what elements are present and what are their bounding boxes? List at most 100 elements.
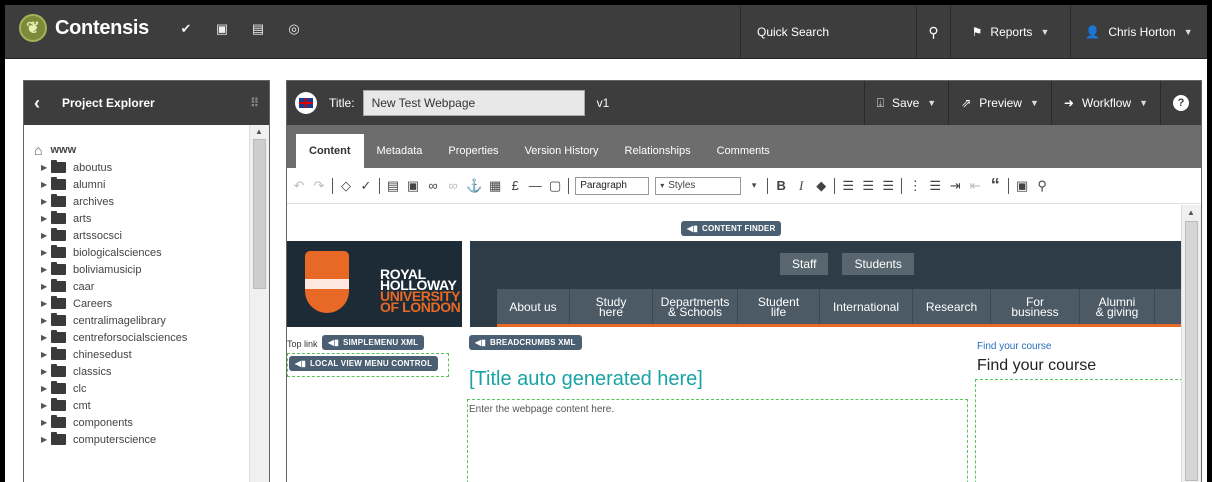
workflow-button[interactable]: ➜ Workflow ▼ xyxy=(1050,81,1160,125)
horizontal-rule-icon[interactable]: — xyxy=(528,177,542,195)
expand-arrow-icon[interactable]: ▶ xyxy=(41,316,51,325)
tree-item[interactable]: ▶ chinesedust xyxy=(24,346,250,363)
tree-item[interactable]: ▶ cmt xyxy=(24,397,250,414)
quick-search-field[interactable]: Quick Search xyxy=(740,5,916,59)
anchor-icon[interactable]: ⚓ xyxy=(466,177,482,195)
table-icon[interactable]: ▦ xyxy=(488,177,502,195)
template-icon[interactable]: ▣ xyxy=(1015,177,1029,195)
help-button[interactable]: ? xyxy=(1160,81,1201,125)
sidebar-scrollbar[interactable]: ▲ xyxy=(249,125,269,482)
expand-arrow-icon[interactable]: ▶ xyxy=(41,282,51,291)
scroll-up-arrow-icon[interactable]: ▲ xyxy=(255,127,263,136)
simplemenu-chip[interactable]: ◀▮ SIMPLEMENU XML xyxy=(322,335,425,350)
paste-word-icon[interactable]: ▢ xyxy=(548,177,562,195)
align-center-icon[interactable]: ☰ xyxy=(861,177,875,195)
staff-link[interactable]: Staff xyxy=(780,253,829,275)
sidebar-scroll-thumb[interactable] xyxy=(253,139,266,289)
tree-item[interactable]: ▶ centreforsocialsciences xyxy=(24,329,250,346)
blockquote-icon[interactable]: “ xyxy=(988,175,1002,195)
save-button[interactable]: ⍗ Save ▼ xyxy=(863,81,948,125)
nav-item-alumni[interactable]: Alumni & giving xyxy=(1080,289,1155,324)
tree-item[interactable]: ▶ centralimagelibrary xyxy=(24,312,250,329)
content-finder-chip[interactable]: ◀▮ CONTENT FINDER xyxy=(681,221,782,236)
tree-item[interactable]: ▶ classics xyxy=(24,363,250,380)
tree-item[interactable]: ▶ caar xyxy=(24,278,250,295)
expand-arrow-icon[interactable]: ▶ xyxy=(41,435,51,444)
back-arrow-icon[interactable]: ‹ xyxy=(34,93,40,114)
layers-icon[interactable]: ◎ xyxy=(286,21,302,37)
drag-handle-icon[interactable]: ⠿ xyxy=(250,96,259,110)
nav-item-international[interactable]: International xyxy=(820,289,913,324)
layout-icon[interactable]: ▤ xyxy=(250,21,266,37)
align-left-icon[interactable]: ☰ xyxy=(841,177,855,195)
tab-content[interactable]: Content xyxy=(296,134,364,168)
tab-version-history[interactable]: Version History xyxy=(512,134,612,168)
tab-metadata[interactable]: Metadata xyxy=(364,134,436,168)
undo-icon[interactable]: ↶ xyxy=(292,177,306,195)
paste-icon[interactable]: ▤ xyxy=(386,177,400,195)
title-input[interactable] xyxy=(362,90,585,116)
tree-item[interactable]: ▶ aboutus xyxy=(24,159,250,176)
insert-image-icon[interactable]: ▣ xyxy=(406,177,420,195)
tree-item[interactable]: ▶ clc xyxy=(24,380,250,397)
language-flag-icon[interactable] xyxy=(295,92,317,114)
expand-arrow-icon[interactable]: ▶ xyxy=(41,214,51,223)
app-logo[interactable]: ❦ Contensis xyxy=(19,14,149,42)
expand-arrow-icon[interactable]: ▶ xyxy=(41,197,51,206)
find-course-link[interactable]: Find your course xyxy=(977,341,1051,352)
expand-arrow-icon[interactable]: ▶ xyxy=(41,248,51,257)
align-right-icon[interactable]: ☰ xyxy=(881,177,895,195)
tree-item[interactable]: ▶ boliviamusicip xyxy=(24,261,250,278)
find-icon[interactable]: ⚲ xyxy=(1035,177,1049,195)
tree-item[interactable]: ▶ Careers xyxy=(24,295,250,312)
tree-item[interactable]: ▶ biologicalsciences xyxy=(24,244,250,261)
nav-item-for-business[interactable]: For business xyxy=(991,289,1080,324)
nav-item-study-here[interactable]: Study here xyxy=(570,289,653,324)
spellcheck-icon[interactable]: ✓ xyxy=(359,177,373,195)
expand-arrow-icon[interactable]: ▶ xyxy=(41,367,51,376)
nav-item-departments[interactable]: Departments & Schools xyxy=(653,289,738,324)
numbered-list-icon[interactable]: ⋮ xyxy=(908,177,922,195)
content-placeholder[interactable]: Enter the webpage content here. xyxy=(469,404,614,415)
tree-item[interactable]: ▶ alumni xyxy=(24,176,250,193)
expand-arrow-icon[interactable]: ▶ xyxy=(41,163,51,172)
redo-icon[interactable]: ↷ xyxy=(312,177,326,195)
content-canvas[interactable]: ◀▮ CONTENT FINDER ROYAL HOLLOWAY UNIVERS… xyxy=(287,205,1183,482)
tree-item[interactable]: ▶ components xyxy=(24,414,250,431)
tree-root-www[interactable]: ⌂ www xyxy=(24,141,250,159)
user-menu[interactable]: 👤 Chris Horton ▼ xyxy=(1070,5,1207,59)
tab-comments[interactable]: Comments xyxy=(704,134,783,168)
expand-arrow-icon[interactable]: ▶ xyxy=(41,333,51,342)
expand-arrow-icon[interactable]: ▶ xyxy=(41,299,51,308)
canvas-scroll-thumb[interactable] xyxy=(1185,221,1198,481)
breadcrumbs-chip[interactable]: ◀▮ BREADCRUMBS XML xyxy=(469,335,582,350)
preview-button[interactable]: ⇗ Preview ▼ xyxy=(948,81,1051,125)
tab-properties[interactable]: Properties xyxy=(435,134,511,168)
scroll-up-arrow-icon[interactable]: ▲ xyxy=(1187,208,1195,217)
tab-relationships[interactable]: Relationships xyxy=(612,134,704,168)
styles-dropdown-arrow-icon[interactable]: ▾ xyxy=(747,177,761,195)
canvas-scrollbar[interactable]: ▲ xyxy=(1181,205,1201,482)
indent-icon[interactable]: ⇥ xyxy=(948,177,962,195)
expand-arrow-icon[interactable]: ▶ xyxy=(41,384,51,393)
outdent-icon[interactable]: ⇤ xyxy=(968,177,982,195)
students-link[interactable]: Students xyxy=(842,253,914,275)
nav-item-research[interactable]: Research xyxy=(913,289,991,324)
expand-arrow-icon[interactable]: ▶ xyxy=(41,418,51,427)
tree-item[interactable]: ▶ archives xyxy=(24,193,250,210)
pound-symbol-icon[interactable]: £ xyxy=(508,177,522,195)
format-select[interactable]: Paragraph xyxy=(575,176,650,195)
image-icon[interactable]: ▣ xyxy=(214,21,230,37)
search-button[interactable]: ⚲ xyxy=(916,5,950,59)
bold-icon[interactable]: B xyxy=(774,177,788,195)
clear-format-icon[interactable]: ◆ xyxy=(814,177,828,195)
source-code-icon[interactable]: ◇ xyxy=(339,177,353,195)
unlink-icon[interactable]: ∞ xyxy=(446,177,460,195)
expand-arrow-icon[interactable]: ▶ xyxy=(41,401,51,410)
tree-item[interactable]: ▶ arts xyxy=(24,210,250,227)
page-title[interactable]: [Title auto generated here] xyxy=(469,368,703,391)
expand-arrow-icon[interactable]: ▶ xyxy=(41,180,51,189)
bullet-list-icon[interactable]: ☰ xyxy=(928,177,942,195)
nav-item-student-life[interactable]: Student life xyxy=(738,289,820,324)
link-icon[interactable]: ∞ xyxy=(426,177,440,195)
